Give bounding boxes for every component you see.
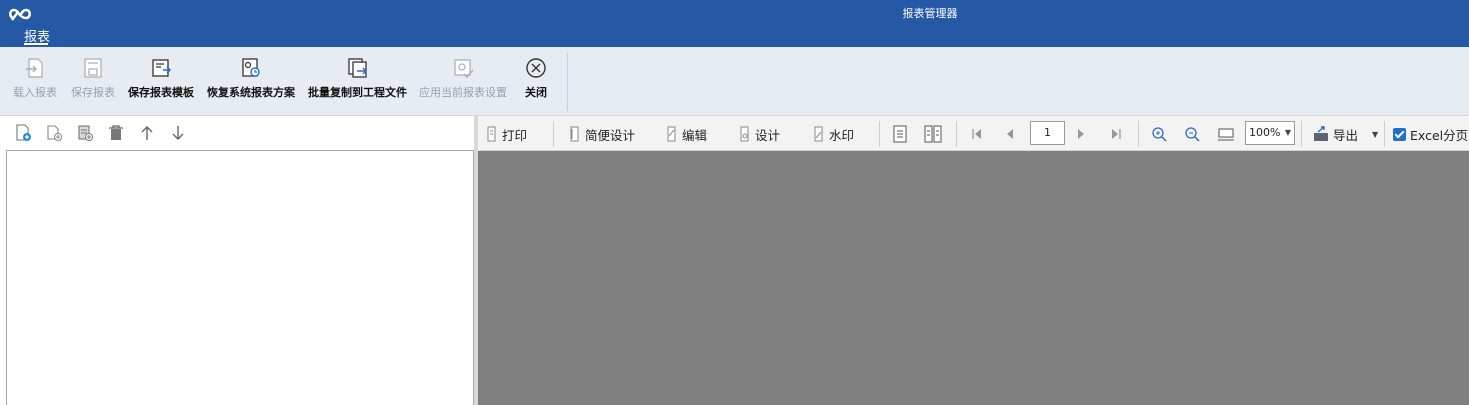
add-report-icon[interactable] (45, 124, 63, 142)
active-tab-indicator (24, 43, 48, 45)
chevron-down-icon: ▼ (1284, 128, 1291, 137)
close-button[interactable]: 关闭 (525, 57, 547, 105)
save-report-label: 保存报表 (71, 86, 115, 99)
last-page-icon (1112, 129, 1121, 139)
export-label: 导出 (1333, 127, 1359, 143)
watermark-label: 水印 (829, 127, 855, 143)
next-page-icon (1078, 129, 1084, 139)
print-label: 打印 (502, 127, 528, 143)
export-icon (1314, 126, 1328, 141)
zoom-in-button[interactable] (1151, 123, 1171, 145)
design-button[interactable]: 设计 (739, 123, 780, 145)
page-number-input[interactable]: 1 (1030, 121, 1065, 145)
save-template-button[interactable]: 保存报表模板 (128, 57, 194, 105)
excel-paging-label: Excel分页 (1410, 127, 1469, 143)
report-preview-area[interactable] (478, 151, 1469, 405)
export-dropdown-icon[interactable]: ▼ (1372, 130, 1378, 139)
excel-paging-checkbox[interactable]: Excel分页 (1393, 123, 1468, 145)
batch-copy-label: 批量复制到工程文件 (308, 86, 407, 99)
toolbar-separator (879, 121, 880, 147)
export-button[interactable]: 导出 ▼ (1313, 123, 1378, 145)
first-page-button[interactable] (970, 123, 988, 145)
fit-page-button[interactable] (1217, 123, 1239, 145)
toolbar-separator (1301, 121, 1302, 147)
add-item-icon[interactable] (76, 124, 94, 142)
save-template-icon (152, 59, 172, 77)
previous-page-icon (1007, 129, 1013, 139)
edit-icon (667, 126, 676, 142)
apply-settings-button[interactable]: 应用当前报表设置 (419, 57, 507, 105)
ribbon-toolbar: 载入报表 保存报表 保存报表模板 恢复系统报表方案 批量复制到工程文件 应用当前… (0, 47, 1469, 116)
batch-copy-icon (347, 58, 367, 78)
apply-settings-icon (454, 59, 474, 79)
apply-settings-label: 应用当前报表设置 (419, 86, 507, 99)
save-template-label: 保存报表模板 (128, 86, 194, 99)
simple-design-button[interactable]: 简便设计 (569, 123, 635, 145)
toolbar-separator (956, 121, 957, 147)
print-button[interactable]: 打印 (486, 123, 527, 145)
single-page-view-button[interactable] (892, 123, 912, 145)
report-list-toolbar (0, 116, 474, 150)
watermark-icon (814, 126, 823, 142)
two-page-icon (924, 125, 942, 143)
design-icon (740, 126, 749, 142)
simple-design-label: 简便设计 (585, 127, 636, 143)
next-page-button[interactable] (1074, 123, 1092, 145)
zoom-select[interactable]: 100% ▼ (1245, 121, 1295, 145)
save-report-button[interactable]: 保存报表 (71, 57, 115, 105)
window-title: 报表管理器 (902, 7, 958, 20)
single-page-icon (893, 125, 907, 143)
toolbar-separator (1384, 121, 1385, 147)
close-label: 关闭 (525, 86, 547, 99)
design-label: 设计 (755, 127, 781, 143)
last-page-button[interactable] (1109, 123, 1127, 145)
ribbon-separator (567, 53, 568, 111)
zoom-out-icon (1185, 127, 1200, 142)
title-bar: 报表管理器 报表 (0, 0, 1469, 47)
first-page-icon (972, 129, 981, 139)
previous-page-button[interactable] (1003, 123, 1021, 145)
load-report-button[interactable]: 载入报表 (13, 57, 57, 105)
delete-icon[interactable] (107, 124, 125, 142)
watermark-button[interactable]: 水印 (813, 123, 854, 145)
toolbar-separator (553, 121, 554, 147)
move-down-icon[interactable] (169, 124, 187, 142)
load-report-icon (26, 58, 43, 78)
load-report-label: 载入报表 (13, 86, 57, 99)
simple-design-icon (570, 126, 579, 142)
edit-label: 编辑 (682, 127, 708, 143)
save-report-icon (84, 58, 102, 78)
close-circle-icon (526, 58, 546, 78)
restore-scheme-icon (242, 58, 260, 77)
fit-page-icon (1218, 128, 1234, 141)
zoom-out-button[interactable] (1184, 123, 1204, 145)
two-page-view-button[interactable] (924, 123, 946, 145)
zoom-in-icon (1152, 127, 1167, 142)
app-logo-icon (8, 8, 32, 21)
zoom-value: 100% (1249, 126, 1281, 139)
checkbox-checked-icon[interactable] (1393, 127, 1406, 141)
new-report-icon[interactable] (14, 124, 32, 142)
batch-copy-button[interactable]: 批量复制到工程文件 (308, 57, 407, 105)
preview-toolbar: 打印 简便设计 编辑 设计 水印 1 100% ▼ 导出 ▼ Excel分页 (478, 116, 1469, 151)
toolbar-separator (1138, 121, 1139, 147)
move-up-icon[interactable] (138, 124, 156, 142)
print-icon (487, 126, 496, 142)
report-tree-panel[interactable] (6, 150, 474, 405)
restore-scheme-label: 恢复系统报表方案 (207, 86, 295, 99)
edit-button[interactable]: 编辑 (666, 123, 707, 145)
restore-scheme-button[interactable]: 恢复系统报表方案 (207, 57, 295, 105)
